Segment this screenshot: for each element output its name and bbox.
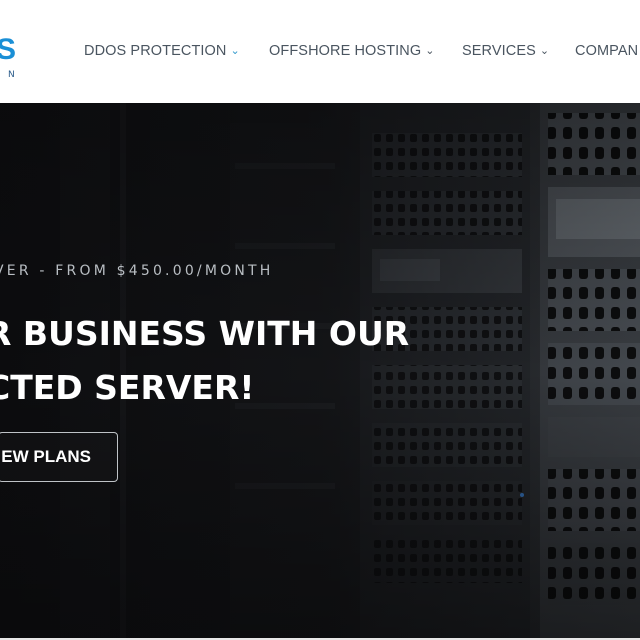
view-plans-button[interactable]: EW PLANS	[0, 432, 118, 482]
hero-kicker: VER - FROM $450.00/MONTH	[0, 263, 274, 279]
nav-item-company[interactable]: COMPAN	[575, 43, 638, 59]
nav-item-label: COMPAN	[575, 43, 639, 59]
chevron-down-icon: ⌄	[425, 45, 435, 57]
nav-item-ddos-protection[interactable]: DDOS PROTECTION ⌄	[84, 43, 240, 59]
hero-title: R BUSINESS WITH OUR CTED SERVER!	[0, 307, 409, 415]
hero-title-line-1: R BUSINESS WITH OUR	[0, 314, 410, 353]
site-logo[interactable]: S N	[0, 34, 44, 82]
chevron-down-icon: ⌄	[539, 45, 550, 57]
nav-item-services[interactable]: SERVICES ⌄	[462, 43, 549, 59]
logo-mark: S	[0, 33, 16, 66]
nav-item-offshore-hosting[interactable]: OFFSHORE HOSTING ⌄	[269, 43, 435, 59]
site-header: S N DDOS PROTECTION ⌄ OFFSHORE HOSTING ⌄ S…	[0, 0, 640, 103]
chevron-down-icon: ⌄	[230, 45, 240, 57]
nav-item-label: OFFSHORE HOSTING	[269, 43, 422, 59]
nav-item-label: DDOS PROTECTION	[84, 43, 227, 59]
nav-item-label: SERVICES	[462, 43, 536, 59]
hero-title-line-2: CTED SERVER!	[0, 368, 255, 407]
page: S N DDOS PROTECTION ⌄ OFFSHORE HOSTING ⌄ S…	[0, 0, 640, 640]
logo-subtext: N	[8, 70, 16, 80]
hero-section: VER - FROM $450.00/MONTH R BUSINESS WITH…	[0, 103, 640, 640]
